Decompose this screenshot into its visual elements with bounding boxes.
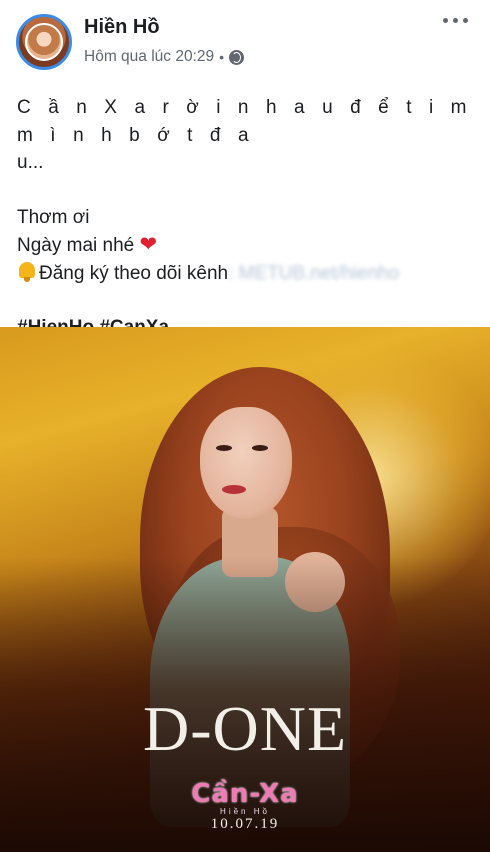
more-options-icon[interactable] [443,18,468,23]
avatar-image [25,23,63,61]
post-timestamp[interactable]: Hôm qua lúc 20:29 [84,48,214,66]
post-text-line-3: Thơm ơi [17,206,90,228]
song-logo-artist: Hiền Hồ [220,807,270,816]
post-text-line-5-text: Đăng ký theo dõi kênh [39,262,229,284]
post-meta: Hôm qua lúc 20:29 • [84,48,245,66]
meta-separator: • [219,49,225,65]
face-shape [200,407,292,519]
poster-title: D-ONE [142,693,348,764]
blurred-link[interactable]: : METUB.net/hienho [228,263,399,284]
post-photo[interactable]: D-ONE Cần-Xa Hiền Hồ 10.07.19 [0,327,490,852]
globe-icon[interactable] [229,49,245,65]
post-text: C ầ n X a r ờ i n h a u đ ể t i m m ì n … [17,94,475,342]
facebook-post: Hiền Hồ Hôm qua lúc 20:29 • C ầ n X a r … [0,0,490,852]
post-text-line-5: Đăng ký theo dõi kênh: METUB.net/hienho [17,260,475,288]
post-text-line-1: C ầ n X a r ờ i n h a u đ ể t i m m ì n … [17,97,484,146]
right-eye [252,445,268,451]
post-text-line-4: Ngày mai nhé ❤ [17,231,475,260]
song-logo-text: Cần-Xa [191,779,299,809]
song-logo: Cần-Xa Hiền Hồ [0,779,490,816]
post-text-line-2: u... [17,152,44,173]
avatar[interactable] [16,14,72,70]
author-name[interactable]: Hiền Hồ [84,16,160,39]
post-header: Hiền Hồ Hôm qua lúc 20:29 • [0,0,490,86]
left-eye [216,445,232,451]
heart-icon: ❤ [139,233,158,256]
release-date: 10.07.19 [210,816,280,832]
post-text-line-4-text: Ngày mai nhé [17,235,135,256]
lips [222,485,246,494]
bell-icon [17,260,37,282]
